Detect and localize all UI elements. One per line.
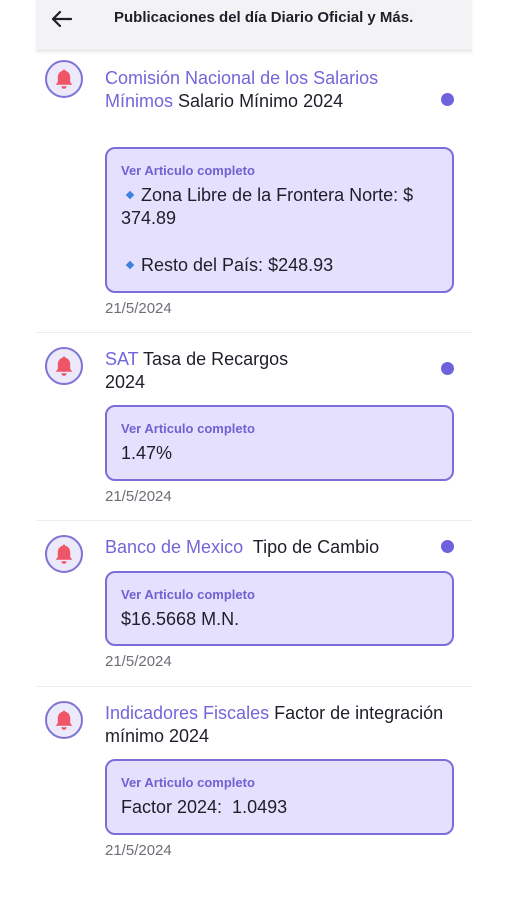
article-card[interactable]: Ver Articulo completo $16.5668 M.N. bbox=[105, 571, 454, 646]
unread-indicator[interactable] bbox=[441, 93, 454, 106]
notification-badge bbox=[45, 535, 83, 573]
app-header: Publicaciones del día Diario Oficial y M… bbox=[36, 0, 472, 51]
notification-badge bbox=[45, 347, 83, 385]
publication-headline: Salario Mínimo 2024 bbox=[178, 91, 344, 111]
bullet-text: Resto del País: $248.93 bbox=[141, 255, 334, 275]
view-article-link[interactable]: Ver Articulo completo bbox=[121, 775, 438, 790]
publication-date: 21/5/2024 bbox=[105, 300, 172, 317]
divider bbox=[36, 686, 472, 687]
page-title: Publicaciones del día Diario Oficial y M… bbox=[114, 9, 414, 26]
view-article-link[interactable]: Ver Articulo completo bbox=[121, 163, 438, 178]
publication-date: 21/5/2024 bbox=[105, 653, 172, 670]
publication-title: Comisión Nacional de los Salarios Mínimo… bbox=[105, 67, 441, 113]
bell-icon bbox=[55, 544, 73, 564]
article-value: Factor 2024: 1.0493 bbox=[121, 797, 288, 817]
divider bbox=[36, 332, 472, 333]
divider bbox=[36, 520, 472, 521]
notification-badge bbox=[45, 701, 83, 739]
publication-title: Indicadores Fiscales Factor de integraci… bbox=[105, 702, 485, 748]
publication-source: SAT bbox=[105, 349, 139, 369]
bell-icon bbox=[55, 69, 73, 89]
publication-title: SAT Tasa de Recargos 2024 bbox=[105, 348, 305, 394]
article-card[interactable]: Ver Articulo completo Factor 2024: 1.049… bbox=[105, 759, 454, 835]
bell-icon bbox=[55, 356, 73, 376]
article-bullet: Zona Libre de la Frontera Norte: $ 374.8… bbox=[121, 184, 438, 230]
article-value: 1.47% bbox=[121, 443, 173, 463]
notification-badge bbox=[45, 60, 83, 98]
publication-source: Banco de Mexico bbox=[105, 537, 244, 557]
diamond-bullet-icon bbox=[125, 260, 135, 269]
publication-title: Banco de Mexico Tipo de Cambio bbox=[105, 536, 441, 559]
unread-indicator[interactable] bbox=[441, 540, 454, 553]
view-article-link[interactable]: Ver Articulo completo bbox=[121, 421, 438, 436]
publication-date: 21/5/2024 bbox=[105, 842, 172, 859]
article-bullet: Resto del País: $248.93 bbox=[121, 254, 438, 277]
bullet-text: Zona Libre de la Frontera Norte: $ 374.8… bbox=[121, 185, 414, 228]
back-button[interactable] bbox=[48, 6, 74, 32]
arrow-left-icon bbox=[51, 10, 72, 28]
article-value: $16.5668 M.N. bbox=[121, 609, 240, 629]
publication-date: 21/5/2024 bbox=[105, 488, 172, 505]
publication-headline: Tipo de Cambio bbox=[252, 537, 380, 557]
bell-icon bbox=[55, 710, 73, 730]
unread-indicator[interactable] bbox=[441, 362, 454, 375]
view-article-link[interactable]: Ver Articulo completo bbox=[121, 587, 438, 602]
article-card[interactable]: Ver Articulo completo Zona Libre de la F… bbox=[105, 147, 454, 293]
publication-source: Indicadores Fiscales bbox=[105, 703, 270, 723]
article-card[interactable]: Ver Articulo completo 1.47% bbox=[105, 405, 454, 481]
diamond-bullet-icon bbox=[125, 190, 135, 199]
